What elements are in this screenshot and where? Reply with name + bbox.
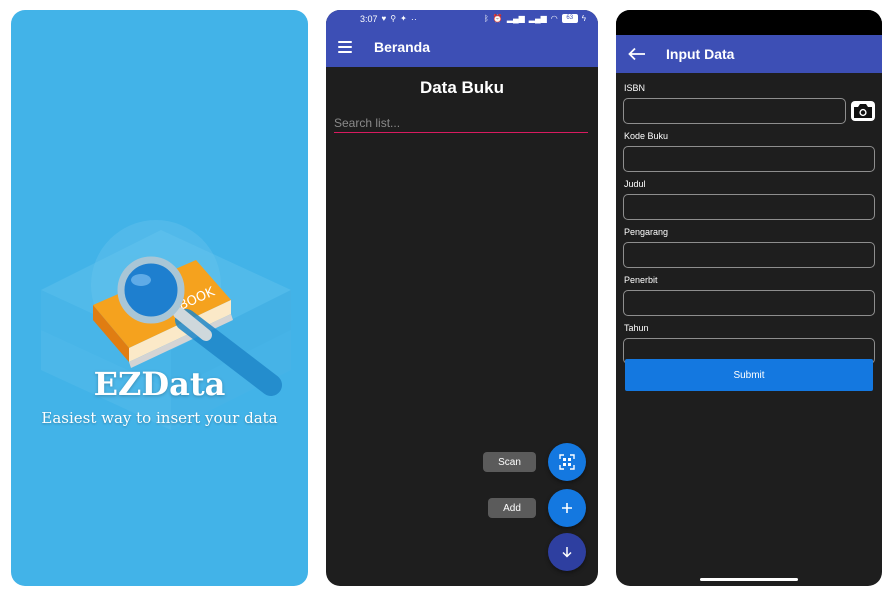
search-input[interactable] — [334, 114, 588, 133]
qr-scan-icon — [559, 454, 575, 470]
status-bar — [616, 10, 882, 35]
plus-icon — [562, 503, 572, 513]
battery-icon: 63 — [561, 14, 578, 23]
kode-buku-field[interactable] — [623, 146, 875, 172]
scan-fab-label[interactable]: Scan — [483, 452, 536, 472]
judul-field[interactable] — [623, 194, 875, 220]
penerbit-field[interactable] — [623, 290, 875, 316]
status-time: 3:07 — [360, 13, 378, 24]
heart-notification-icon: ♥ — [381, 13, 387, 23]
camera-icon — [854, 104, 872, 118]
alarm-icon: ⏰ — [492, 13, 503, 23]
signal-icon: ▂▄▆ — [506, 13, 525, 23]
beranda-screen: 3:07 ♥ ⚲ ✦ ·· ᛒ ⏰ ▂▄▆ ▂▄▆ ◠ 63 ϟ Beranda… — [326, 10, 598, 586]
search-notification-icon: ⚲ — [390, 13, 397, 23]
signal-icon-2: ▂▄▆ — [528, 13, 547, 23]
camera-scan-button[interactable] — [851, 101, 875, 121]
add-fab-label[interactable]: Add — [488, 498, 536, 518]
gesture-nav-bar[interactable] — [700, 578, 798, 581]
add-fab-button[interactable] — [548, 489, 586, 527]
bluetooth-icon: ᛒ — [484, 13, 489, 23]
input-data-screen: Input Data ISBN Kode Buku Judul Pengaran… — [616, 10, 882, 586]
app-bar-title: Beranda — [374, 39, 431, 55]
arrow-down-icon — [562, 547, 572, 558]
charging-icon: ϟ — [581, 13, 586, 23]
back-arrow-icon[interactable] — [628, 47, 646, 61]
wifi-icon: ◠ — [550, 13, 558, 23]
judul-label: Judul — [624, 179, 646, 189]
collapse-fab-button[interactable] — [548, 533, 586, 571]
twitter-notification-icon: ✦ — [400, 13, 407, 23]
app-bar-title: Input Data — [666, 46, 735, 62]
pengarang-label: Pengarang — [624, 227, 669, 237]
splash-screen: BOOK EZData Easiest way to insert your d… — [11, 10, 308, 586]
page-title: Data Buku — [419, 78, 505, 97]
submit-button[interactable]: Submit — [625, 359, 873, 391]
app-bar: Input Data — [616, 35, 882, 73]
more-notifications-indicator: ·· — [410, 13, 417, 24]
input-form: ISBN Kode Buku Judul Pengarang Penerbit … — [623, 83, 875, 371]
penerbit-label: Penerbit — [624, 275, 658, 285]
tahun-label: Tahun — [624, 323, 649, 333]
kode-buku-label: Kode Buku — [624, 131, 669, 141]
isbn-field[interactable] — [623, 98, 846, 124]
scan-fab-button[interactable] — [548, 443, 586, 481]
app-bar: Beranda — [326, 27, 598, 67]
app-tagline: Easiest way to insert your data — [41, 409, 278, 427]
menu-icon[interactable] — [338, 41, 352, 53]
app-brand-title: EZData — [93, 365, 226, 403]
isbn-label: ISBN — [624, 83, 646, 93]
pengarang-field[interactable] — [623, 242, 875, 268]
status-bar: 3:07 ♥ ⚲ ✦ ·· ᛒ ⏰ ▂▄▆ ▂▄▆ ◠ 63 ϟ — [326, 10, 598, 27]
